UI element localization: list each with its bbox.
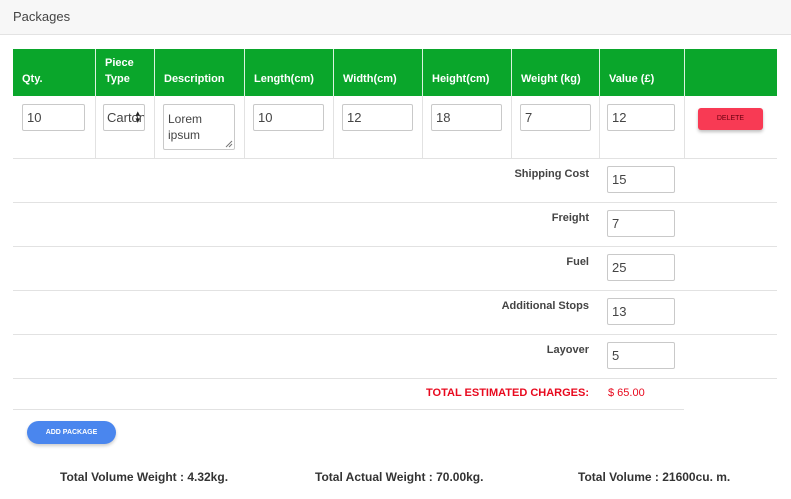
col-weight: Weight (kg) xyxy=(511,49,599,96)
layover-input[interactable]: 5 xyxy=(607,342,675,369)
col-actions xyxy=(684,49,777,96)
col-description: Description xyxy=(154,49,244,96)
description-value: Lorem ipsum xyxy=(168,112,203,142)
col-width: Width(cm) xyxy=(333,49,422,96)
total-charges-label: TOTAL ESTIMATED CHARGES: xyxy=(426,387,589,399)
layover-label: Layover xyxy=(546,344,589,356)
freight-label: Freight xyxy=(551,212,589,224)
panel-header: Packages xyxy=(0,0,791,35)
col-qty: Qty. xyxy=(22,73,43,85)
total-charges-value: $ 65.00 xyxy=(608,387,645,399)
panel-title: Packages xyxy=(13,9,71,24)
col-piece-type: Piece Type xyxy=(95,49,154,96)
height-input[interactable]: 18 xyxy=(431,104,502,131)
total-volume-weight: Total Volume Weight : 4.32kg. xyxy=(60,470,229,484)
length-input[interactable]: 10 xyxy=(253,104,324,131)
col-value: Value (£) xyxy=(599,49,684,96)
total-actual-weight: Total Actual Weight : 70.00kg. xyxy=(315,470,484,484)
total-volume: Total Volume : 21600cu. m. xyxy=(578,470,731,484)
delete-button[interactable]: DELETE xyxy=(698,108,763,130)
value-input[interactable]: 12 xyxy=(607,104,675,131)
fuel-label: Fuel xyxy=(566,256,589,268)
add-package-button[interactable]: ADD PACKAGE xyxy=(27,421,116,444)
table-header: Qty. Piece Type Description Length(cm) Wi… xyxy=(13,49,777,96)
qty-input[interactable]: 10 xyxy=(22,104,85,131)
fuel-input[interactable]: 25 xyxy=(607,254,675,281)
additional-stops-label: Additional Stops xyxy=(501,300,589,312)
freight-input[interactable]: 7 xyxy=(607,210,675,237)
select-arrows-icon: ▴ ▾ xyxy=(135,108,140,125)
col-height: Height(cm) xyxy=(422,49,511,96)
resize-grip-icon[interactable] xyxy=(225,140,233,148)
shipping-cost-label: Shipping Cost xyxy=(514,168,589,180)
weight-input[interactable]: 7 xyxy=(520,104,591,131)
additional-stops-input[interactable]: 13 xyxy=(607,298,675,325)
shipping-cost-input[interactable]: 15 xyxy=(607,166,675,193)
piece-type-select[interactable]: Carton ▴ ▾ xyxy=(103,104,145,131)
description-textarea[interactable]: Lorem ipsum xyxy=(163,104,235,150)
width-input[interactable]: 12 xyxy=(342,104,413,131)
col-length: Length(cm) xyxy=(244,49,333,96)
